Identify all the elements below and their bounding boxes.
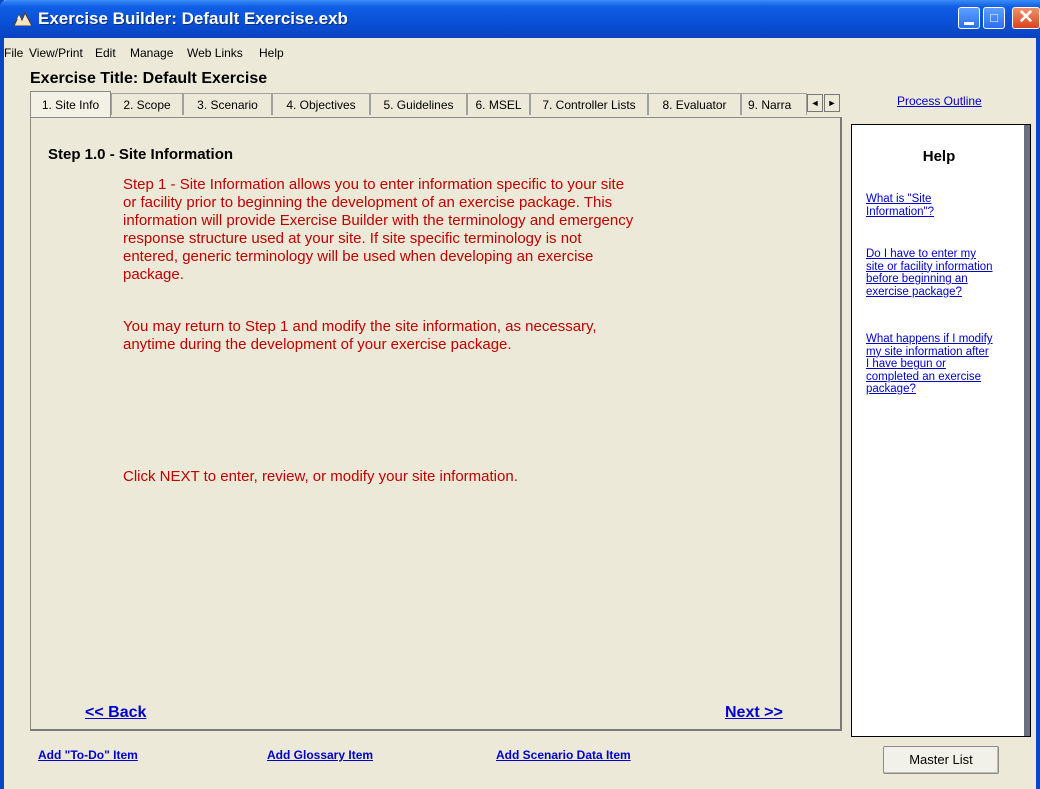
intro-line: Step 1 - Site Information allows you to … <box>123 176 625 193</box>
tab-site-info[interactable]: 1. Site Info <box>30 91 111 117</box>
tab-scroll-right-button[interactable]: ► <box>824 94 840 112</box>
help-link-line: exercise package? <box>866 285 962 298</box>
add-scenario-data-item-link[interactable]: Add Scenario Data Item <box>496 748 631 762</box>
app-window: Exercise Builder: Default Exercise.exb ▬… <box>0 0 1040 789</box>
title-bar[interactable]: Exercise Builder: Default Exercise.exb ▬… <box>0 0 1040 38</box>
tab-scroll-left-button[interactable]: ◄ <box>807 94 823 112</box>
intro-line: entered, generic terminology will be use… <box>123 248 594 265</box>
close-icon: ✕ <box>1018 7 1034 28</box>
help-link-line: What is "Site <box>866 193 932 205</box>
menu-help[interactable]: Help <box>259 46 284 60</box>
intro-line: package. <box>123 266 184 283</box>
help-link-must-enter-site-info[interactable]: Do I have to enter my site or facility i… <box>866 248 1022 298</box>
help-link-line: Do I have to enter my <box>866 248 976 260</box>
tab-objectives[interactable]: 4. Objectives <box>272 93 370 115</box>
tab-evaluator[interactable]: 8. Evaluator <box>648 93 741 115</box>
add-glossary-item-link[interactable]: Add Glossary Item <box>267 748 373 762</box>
tab-controller-lists[interactable]: 7. Controller Lists <box>530 93 648 115</box>
return-paragraph: You may return to Step 1 and modify the … <box>123 318 743 354</box>
back-link[interactable]: << Back <box>85 704 146 722</box>
menu-web-links[interactable]: Web Links <box>187 46 243 60</box>
tab-guidelines[interactable]: 5. Guidelines <box>370 93 467 115</box>
tab-narrative[interactable]: 9. Narra <box>741 93 807 115</box>
tab-msel[interactable]: 6. MSEL <box>467 93 530 115</box>
return-line: You may return to Step 1 and modify the … <box>123 318 597 335</box>
menu-edit[interactable]: Edit <box>95 46 116 60</box>
step-heading: Step 1.0 - Site Information <box>48 146 234 163</box>
help-link-line: site or facility information <box>866 260 993 273</box>
menu-file[interactable]: File <box>4 46 23 60</box>
help-link-line: completed an exercise <box>866 370 982 383</box>
master-list-button[interactable]: Master List <box>883 746 999 774</box>
intro-line: response structure used at your site. If… <box>123 230 582 247</box>
close-button[interactable]: ✕ <box>1012 7 1040 29</box>
intro-line: information will provide Exercise Builde… <box>123 212 634 229</box>
maximize-button[interactable]: □ <box>983 7 1005 29</box>
return-line: anytime during the development of your e… <box>123 336 512 353</box>
help-link-what-is-site-info[interactable]: What is "Site Information"? <box>866 193 1022 218</box>
intro-line: or facility prior to beginning the devel… <box>123 194 613 211</box>
help-link-line: Information"? <box>866 205 935 218</box>
help-scrollbar[interactable] <box>1024 125 1030 736</box>
app-icon <box>14 11 32 26</box>
tab-scope[interactable]: 2. Scope <box>111 93 183 115</box>
exercise-title: Exercise Title: Default Exercise <box>30 70 268 87</box>
arrow-left-icon: ◄ <box>810 98 820 108</box>
maximize-icon: □ <box>990 10 998 25</box>
arrow-right-icon: ► <box>827 98 837 108</box>
menu-view-print[interactable]: View/Print <box>29 46 83 60</box>
help-link-modify-site-info[interactable]: What happens if I modify my site informa… <box>866 333 1022 396</box>
help-link-line: before beginning an <box>866 273 968 285</box>
help-title: Help <box>922 148 956 165</box>
minimize-button[interactable]: ▬ <box>958 7 980 29</box>
process-outline-link[interactable]: Process Outline <box>897 94 982 108</box>
add-todo-item-link[interactable]: Add "To-Do" Item <box>38 748 138 762</box>
next-link[interactable]: Next >> <box>725 704 783 722</box>
help-link-line: package? <box>866 383 916 395</box>
help-link-line: I have begun or <box>866 358 946 370</box>
next-instruction: Click NEXT to enter, review, or modify y… <box>123 468 518 485</box>
intro-paragraph: Step 1 - Site Information allows you to … <box>123 176 743 284</box>
step-tabs: 1. Site Info 2. Scope 3. Scenario 4. Obj… <box>30 91 844 117</box>
help-link-line: What happens if I modify <box>866 333 993 345</box>
help-link-line: my site information after <box>866 345 989 358</box>
minimize-icon: ▬ <box>964 17 974 28</box>
tab-content-panel: Step 1.0 - Site Information Step 1 - Sit… <box>30 117 842 731</box>
menu-manage[interactable]: Manage <box>130 46 173 60</box>
window-title: Exercise Builder: Default Exercise.exb <box>38 9 348 28</box>
tab-scenario[interactable]: 3. Scenario <box>183 93 272 115</box>
help-panel: Help What is "Site Information"? Do I ha… <box>851 124 1031 737</box>
